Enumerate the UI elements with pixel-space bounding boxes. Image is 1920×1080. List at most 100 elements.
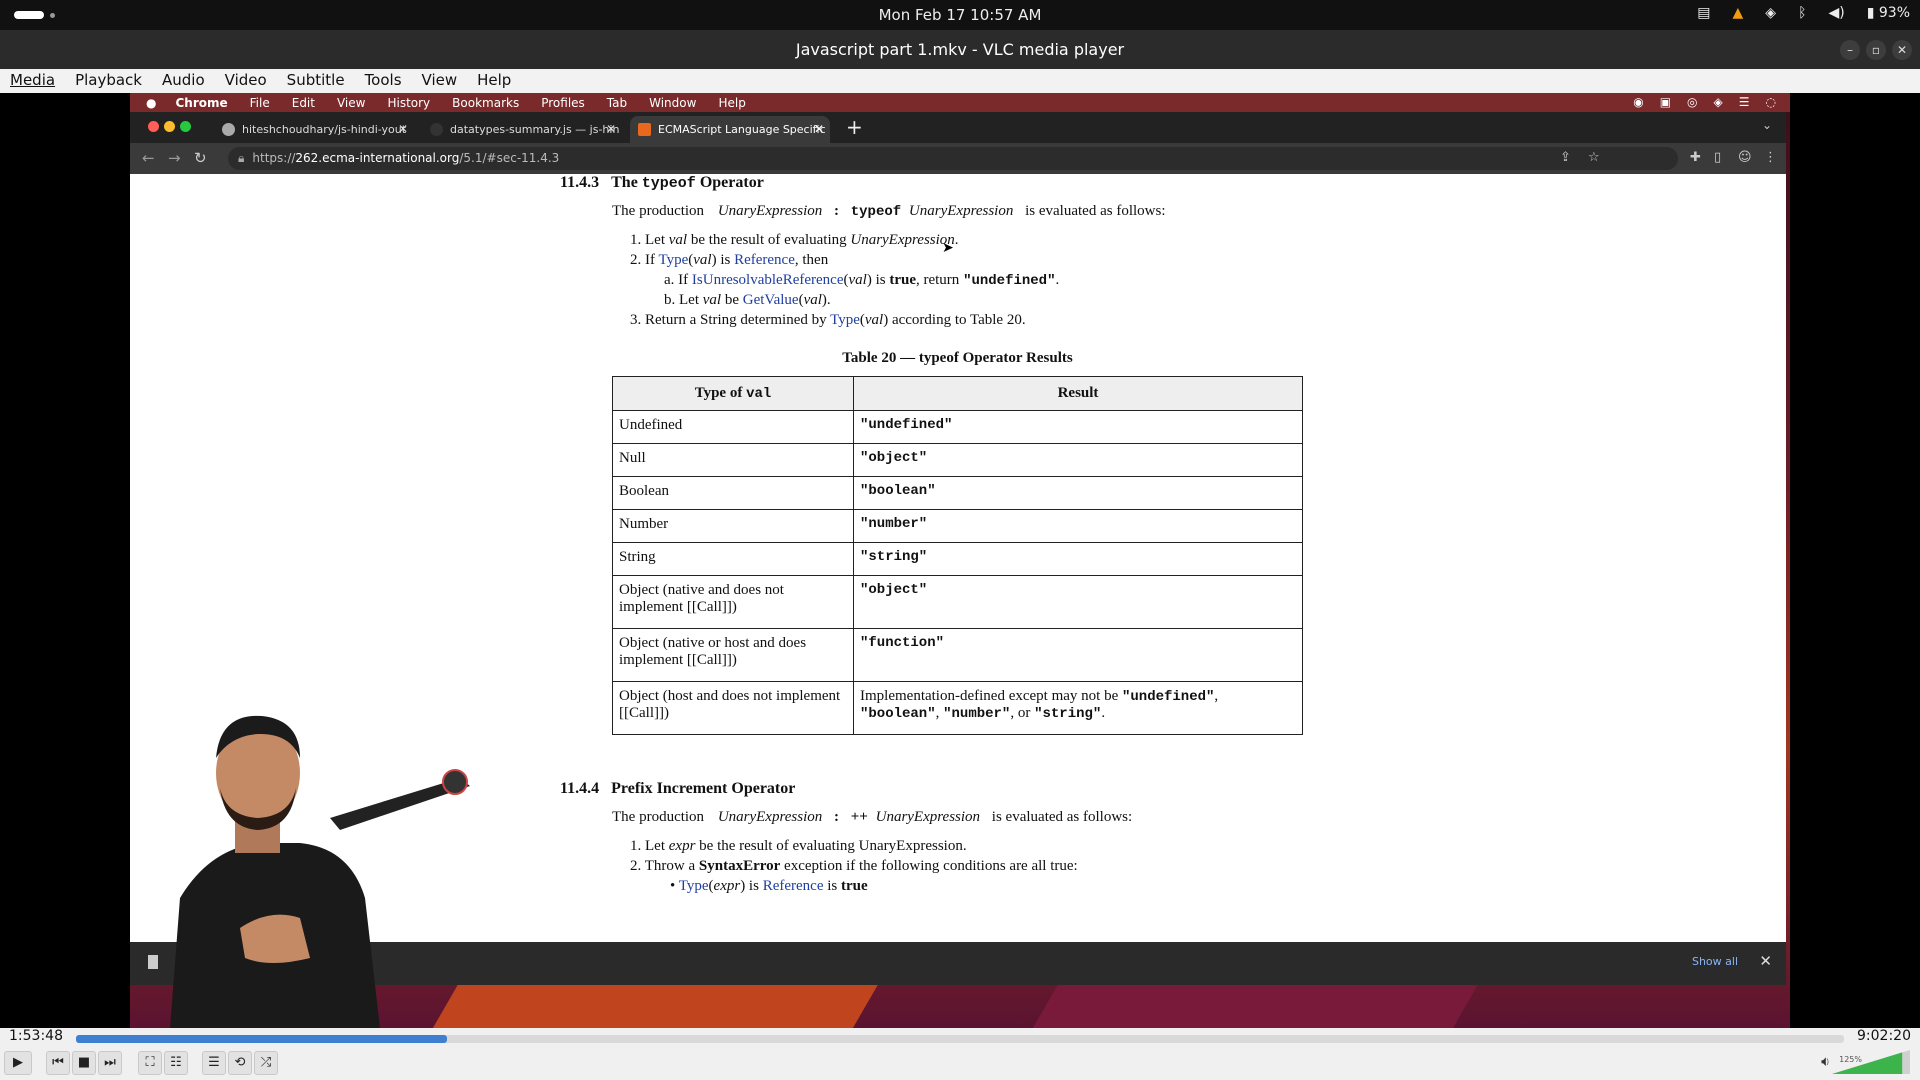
result-cell: "function" [853,628,1303,682]
previous-button[interactable]: ⏮ [46,1051,70,1075]
speaker-icon[interactable]: 🔉︎ [1821,1054,1830,1070]
production-line: The production UnaryExpression : ++ Unar… [612,809,1132,826]
text: 2. If [630,252,659,268]
vlc-tray-icon[interactable]: ▲ [1733,5,1744,21]
reference-link[interactable]: Reference [734,252,795,268]
menu-video[interactable]: Video [215,69,277,93]
volume-level [1832,1052,1903,1074]
type-cell: Undefined [612,410,854,444]
algorithm-step-2b: b. Let val be GetValue(val). [664,292,831,309]
title-text: Operator [695,174,764,191]
shuffle-button[interactable]: ⤮ [254,1051,278,1075]
loop-icon: ⟲ [234,1055,246,1070]
table-header: Result [853,376,1303,411]
file-icon [430,123,443,136]
github-icon [222,123,235,136]
close-icon: ✕ [605,122,616,136]
getvalue-link[interactable]: GetValue [743,292,799,308]
menu-subtitle[interactable]: Subtitle [277,69,355,93]
fullscreen-button[interactable]: ⛶ [138,1051,162,1075]
type-cell: Null [612,443,854,477]
volume-slider[interactable] [1832,1050,1910,1074]
menu-audio[interactable]: Audio [152,69,215,93]
text: The production [612,203,705,219]
current-time: 1:53:48 [9,1028,63,1044]
battery-percent: 93% [1878,5,1910,21]
system-clock[interactable]: Mon Feb 17 10:57 AM [0,6,1920,24]
siri-icon: ◌ [1765,95,1776,109]
volume-icon[interactable]: ◀) [1828,5,1844,21]
play-circle-icon: ◎ [1687,95,1698,109]
section-number: 11.4.3 [560,174,600,191]
system-tray[interactable]: ▤ ▲ ◈ ᛒ ◀) ▮ 93% [1697,5,1910,21]
title-text: The [611,174,642,191]
minimize-button[interactable]: – [1840,40,1860,60]
menu-view[interactable]: View [412,69,468,93]
total-time: 9:02:20 [1857,1028,1911,1044]
battery-indicator[interactable]: ▮ 93% [1867,5,1910,21]
menu-playback[interactable]: Playback [65,69,152,93]
stop-button[interactable]: ■ [72,1051,96,1075]
wifi-icon[interactable]: ◈ [1765,5,1776,21]
mac-menu-file: File [249,95,270,110]
type-cell: String [612,542,854,576]
reference-link[interactable]: Reference [763,878,824,894]
result-cell: "boolean" [853,476,1303,510]
production-colon: : [834,809,839,825]
condition-bullet: • Type(expr) is Reference is true [670,878,868,895]
reload-icon: ↻ [194,149,207,167]
text: , [935,705,944,721]
bluetooth-icon[interactable]: ᛒ [1798,5,1806,21]
text: , return [915,272,964,288]
ecma-icon [638,123,651,136]
share-icon: ⇪ [1560,150,1571,165]
header-text: Type of [694,385,747,401]
mac-menu-help: Help [718,95,746,110]
isunresolvablereference-link[interactable]: IsUnresolvableReference [692,272,844,288]
zoom-dot-icon [180,121,191,132]
video-area[interactable]: ● Chrome File Edit View History Bookmark… [0,93,1920,1028]
extended-settings-button[interactable]: ☷ [164,1051,188,1075]
text: 1. Let [630,838,669,854]
text: ) is [866,272,890,288]
type-link[interactable]: Type [679,878,709,894]
next-icon: ⏭ [104,1055,116,1070]
text: is [823,878,841,894]
close-button[interactable]: ✕ [1892,40,1912,60]
menu-bar: Media Playback Audio Video Subtitle Tool… [0,69,1920,93]
seek-bar-progress [76,1035,448,1043]
play-button[interactable]: ▶ [4,1051,32,1075]
maximize-button[interactable]: ▫ [1866,40,1886,60]
text: , or [1010,705,1035,721]
code-literal: "undefined" [963,273,1056,289]
browser-tab-strip: hiteshchoudhary/js-hindi-yout ✕ datatype… [130,112,1786,143]
browser-tab: datatypes-summary.js — js-hin ✕ [422,116,622,143]
mac-menu-tab: Tab [606,95,628,110]
text: 1. Let [630,232,669,248]
text: ). [821,292,831,308]
table-row: Object (host and does not implement [[Ca… [612,681,1303,735]
mac-menu-view: View [336,95,366,110]
mac-menu-history: History [387,95,431,110]
forward-icon: → [168,149,181,167]
result-cell: "object" [853,443,1303,477]
algorithm-step-3: 3. Return a String determined by Type(va… [630,312,1026,329]
type-link[interactable]: Type [658,252,688,268]
seek-bar[interactable] [76,1035,1844,1043]
indicator-icon[interactable]: ▤ [1697,5,1710,21]
back-icon: ← [142,149,155,167]
text: . [1101,705,1106,721]
profile-avatar-icon: ☺ [1738,150,1752,165]
playlist-button[interactable]: ☰ [202,1051,226,1075]
url-host: 262.ecma-international.org [295,151,460,165]
next-button[interactable]: ⏭ [98,1051,122,1075]
menu-help[interactable]: Help [467,69,521,93]
nonterminal: UnaryExpression [717,809,823,825]
type-link[interactable]: Type [830,312,860,328]
loop-button[interactable]: ⟲ [228,1051,252,1075]
menu-tools[interactable]: Tools [355,69,412,93]
result-cell: "object" [853,575,1303,629]
menu-media[interactable]: Media [0,69,65,93]
section-number: 11.4.4 [560,780,600,797]
algorithm-step-2a: a. If IsUnresolvableReference(val) is tr… [664,272,1059,289]
